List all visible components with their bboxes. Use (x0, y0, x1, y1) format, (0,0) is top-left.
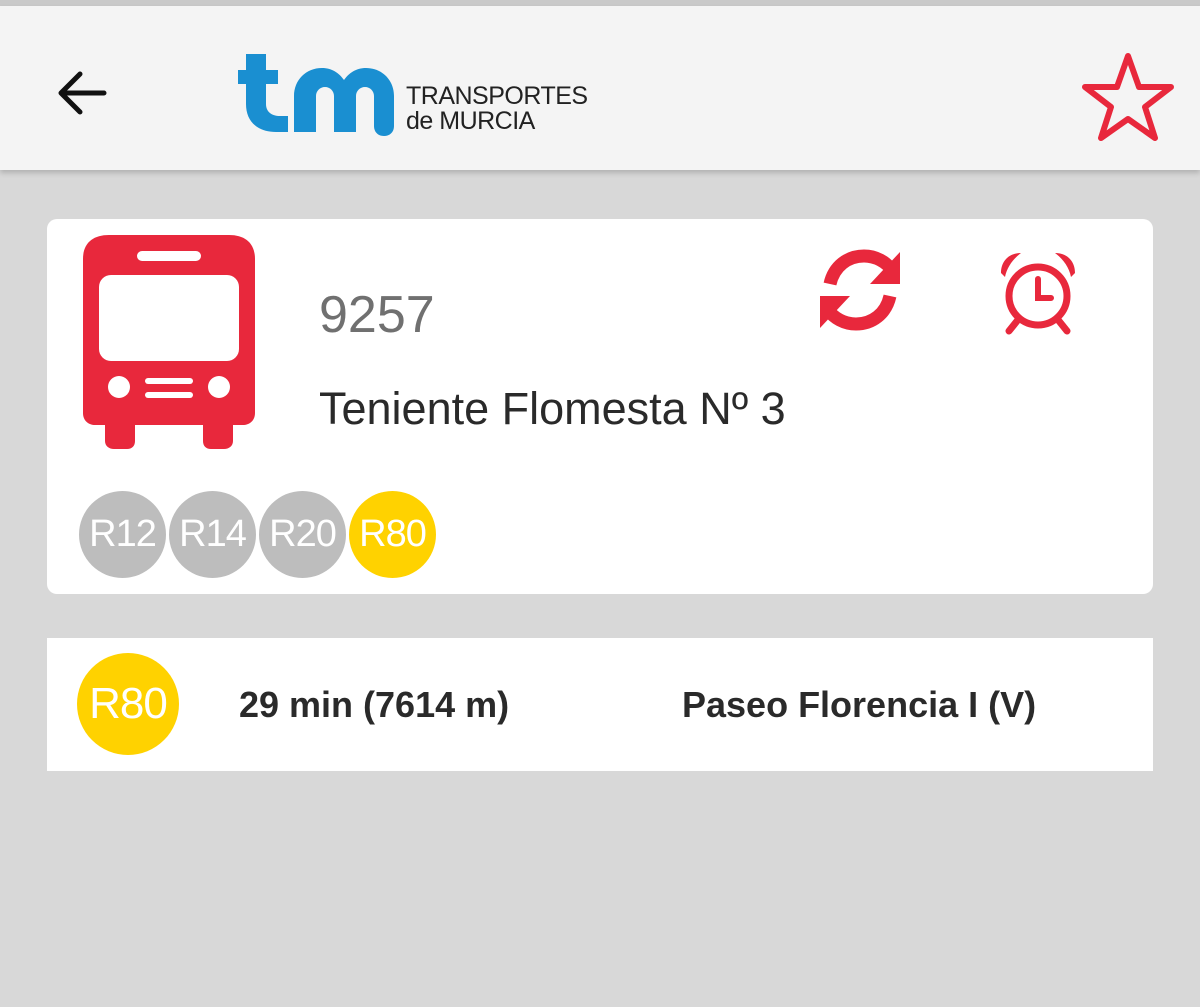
tm-logo-mark (238, 54, 394, 136)
arrival-row[interactable]: R80 29 min (7614 m) Paseo Florencia I (V… (47, 638, 1153, 771)
alarm-button[interactable] (997, 251, 1079, 335)
arrival-line-badge: R80 (77, 653, 179, 755)
star-outline-icon (1082, 53, 1174, 141)
line-badge-r80[interactable]: R80 (349, 491, 436, 578)
logo-line-2: de MURCIA (406, 107, 535, 135)
logo-line-1: TRANSPORTES (406, 82, 588, 110)
stop-number: 9257 (319, 286, 435, 344)
stop-card: 9257 Teniente Flomesta Nº 3 R12 R14 R20 … (47, 219, 1153, 594)
stop-lines: R12 R14 R20 R80 (79, 491, 579, 581)
transportes-murcia-logo: TRANSPORTES de MURCIA (236, 46, 588, 140)
bus-icon (83, 235, 255, 449)
logo-wordmark: TRANSPORTES de MURCIA (406, 84, 588, 134)
favorite-button[interactable] (1080, 50, 1176, 142)
alarm-clock-icon (1001, 253, 1075, 335)
app-bar: TRANSPORTES de MURCIA (0, 6, 1200, 170)
back-button[interactable] (50, 61, 114, 125)
refresh-button[interactable] (816, 246, 904, 334)
refresh-icon (820, 249, 900, 331)
line-badge-r14[interactable]: R14 (169, 491, 256, 578)
line-badge-r20[interactable]: R20 (259, 491, 346, 578)
arrow-left-icon (58, 71, 107, 115)
arrival-time: 29 min (7614 m) (239, 684, 510, 725)
line-badge-r12[interactable]: R12 (79, 491, 166, 578)
arrival-destination: Paseo Florencia I (V) (682, 684, 1037, 725)
stop-name: Teniente Flomesta Nº 3 (319, 383, 786, 434)
